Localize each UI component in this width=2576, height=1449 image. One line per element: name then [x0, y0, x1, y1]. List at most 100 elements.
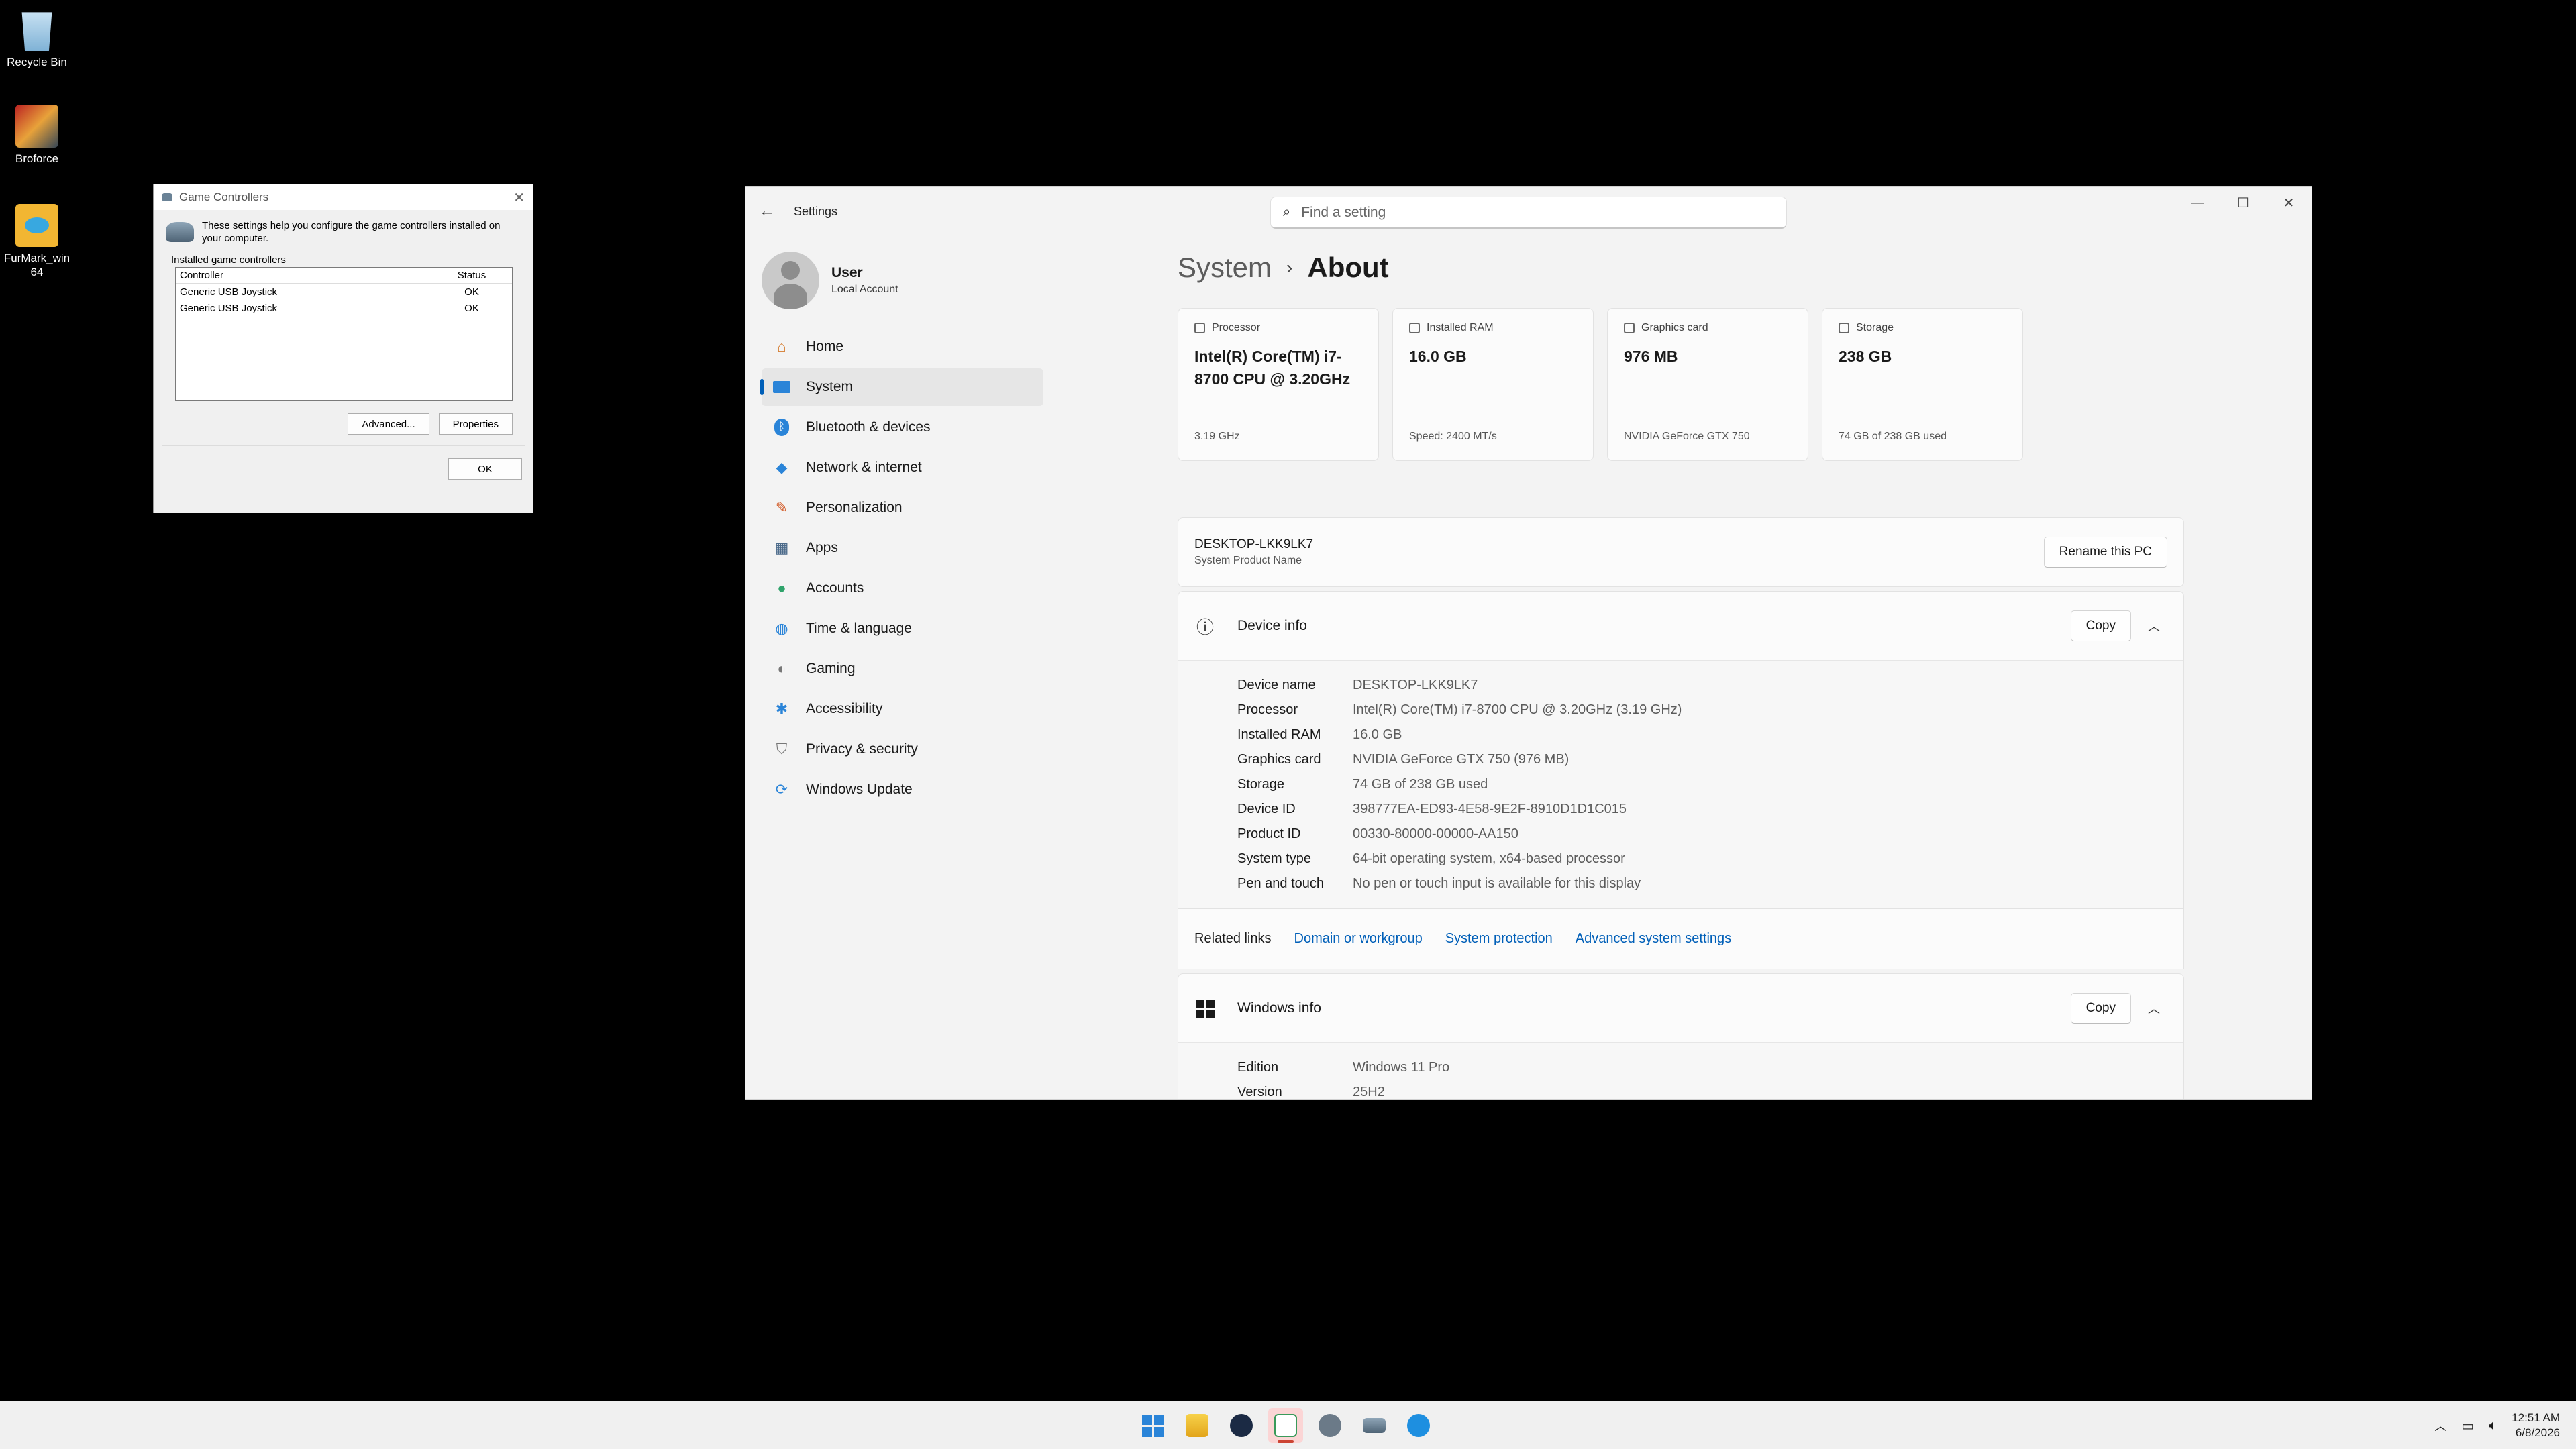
- settings-window: ← Settings ⌕ Find a setting — ☐ ✕ User L…: [745, 186, 2312, 1100]
- sidebar-item-gaming[interactable]: ◐ Gaming: [762, 650, 1043, 688]
- info-row: Edition Windows 11 Pro: [1237, 1055, 2183, 1080]
- chevron-up-icon[interactable]: ︿: [2141, 1000, 2167, 1017]
- sidebar-item-accounts[interactable]: ● Accounts: [762, 570, 1043, 607]
- sidebar-item-time-language[interactable]: ◍ Time & language: [762, 610, 1043, 647]
- bluetooth-icon: ᛒ: [771, 417, 792, 438]
- taskbar-document[interactable]: [1268, 1408, 1303, 1443]
- furmark-icon: [15, 204, 58, 247]
- info-value[interactable]: 64-bit operating system, x64-based proce…: [1353, 851, 1625, 867]
- taskbar-settings[interactable]: [1312, 1408, 1347, 1443]
- info-key: Pen and touch: [1237, 876, 1324, 891]
- ok-button[interactable]: OK: [448, 458, 522, 480]
- chevron-up-icon[interactable]: ︿: [2141, 617, 2167, 635]
- desktop-icon-recycle-bin[interactable]: Recycle Bin: [0, 8, 74, 69]
- info-value[interactable]: 74 GB of 238 GB used: [1353, 777, 1488, 792]
- info-value[interactable]: 25H2: [1353, 1085, 1385, 1099]
- search-icon: ⌕: [1283, 205, 1291, 219]
- device-info-header[interactable]: ⓘ Device info Copy ︿: [1178, 592, 2183, 660]
- info-key: System type: [1237, 851, 1312, 866]
- list-item[interactable]: Generic USB Joystick OK: [176, 300, 512, 316]
- user-name: User: [831, 265, 863, 280]
- desktop-icon-label: FurMark_win 64: [3, 252, 70, 278]
- windows-info-header[interactable]: Windows info Copy ︿: [1178, 974, 2183, 1042]
- list-header: Controller Status: [176, 268, 512, 284]
- spec-cards: Processor Intel(R) Core(TM) i7-8700 CPU …: [1178, 308, 2184, 461]
- joystick-icon: [166, 222, 194, 242]
- clock[interactable]: 12:51 AM 6/8/2026: [2512, 1411, 2560, 1440]
- desktop-icon-broforce[interactable]: Broforce: [0, 105, 74, 166]
- brush-icon: ✎: [775, 499, 788, 516]
- close-icon[interactable]: ✕: [2266, 187, 2312, 218]
- controller-list[interactable]: Controller Status Generic USB Joystick O…: [175, 267, 513, 401]
- taskbar-game-controllers[interactable]: [1357, 1408, 1392, 1443]
- card-installed-ram: Installed RAM 16.0 GB Speed: 2400 MT/s: [1392, 308, 1594, 461]
- document-icon: [1274, 1414, 1297, 1437]
- card-label: Graphics card: [1641, 322, 1708, 333]
- maximize-icon[interactable]: ☐: [2220, 187, 2266, 218]
- sidebar-item-home[interactable]: ⌂ Home: [762, 328, 1043, 366]
- volume-icon[interactable]: 🔈︎: [2489, 1418, 2497, 1434]
- network-tray-icon[interactable]: ▭: [2461, 1417, 2474, 1434]
- sidebar-item-label: Accounts: [806, 580, 864, 596]
- info-value[interactable]: Intel(R) Core(TM) i7-8700 CPU @ 3.20GHz …: [1353, 702, 1682, 718]
- minimize-icon[interactable]: —: [2175, 187, 2220, 218]
- gpu-icon: [1624, 323, 1635, 333]
- sidebar: User Local Account ⌂ Home System ᛒ Bluetoo…: [760, 248, 1043, 811]
- search-box[interactable]: ⌕ Find a setting: [1270, 197, 1787, 229]
- sidebar-item-system[interactable]: System: [760, 368, 1043, 406]
- section-title: Windows info: [1237, 1000, 1321, 1016]
- sidebar-item-privacy-security[interactable]: ⛉ Privacy & security: [762, 731, 1043, 768]
- sidebar-item-label: Windows Update: [806, 782, 913, 797]
- apps-icon: ▦: [774, 539, 789, 556]
- chevron-up-icon[interactable]: ︿: [2434, 1417, 2446, 1434]
- sidebar-item-apps[interactable]: ▦ Apps: [762, 529, 1043, 567]
- sidebar-item-bluetooth[interactable]: ᛒ Bluetooth & devices: [762, 409, 1043, 446]
- desktop-icon-furmark[interactable]: FurMark_win 64: [0, 204, 74, 279]
- sidebar-item-personalization[interactable]: ✎ Personalization: [762, 489, 1043, 527]
- sidebar-item-accessibility[interactable]: ✱ Accessibility: [762, 690, 1043, 728]
- taskbar-file-explorer[interactable]: [1180, 1408, 1215, 1443]
- properties-button[interactable]: Properties: [438, 413, 513, 435]
- card-storage: Storage 238 GB 74 GB of 238 GB used: [1822, 308, 2023, 461]
- link-advanced-system-settings[interactable]: Advanced system settings: [1576, 931, 1731, 947]
- sidebar-item-network[interactable]: ◆ Network & internet: [762, 449, 1043, 486]
- sidebar-item-windows-update[interactable]: ⟳ Windows Update: [762, 771, 1043, 808]
- user-profile[interactable]: User Local Account: [762, 248, 1043, 328]
- card-label: Processor: [1212, 322, 1261, 333]
- sidebar-item-label: Privacy & security: [806, 741, 918, 757]
- windows-logo-icon: [1194, 998, 1216, 1019]
- taskbar-refresh-app[interactable]: [1401, 1408, 1436, 1443]
- column-header-status[interactable]: Status: [431, 270, 512, 281]
- info-key: Processor: [1237, 702, 1298, 717]
- column-header-controller[interactable]: Controller: [176, 270, 431, 281]
- info-key: Installed RAM: [1237, 727, 1321, 742]
- file-explorer-icon: [1186, 1414, 1208, 1437]
- related-links-label: Related links: [1194, 931, 1272, 946]
- info-value[interactable]: No pen or touch input is available for t…: [1353, 876, 1641, 892]
- info-value[interactable]: NVIDIA GeForce GTX 750 (976 MB): [1353, 752, 1569, 767]
- link-domain-workgroup[interactable]: Domain or workgroup: [1294, 931, 1423, 947]
- back-arrow-icon[interactable]: ←: [759, 202, 786, 221]
- info-value[interactable]: Windows 11 Pro: [1353, 1060, 1449, 1075]
- list-item[interactable]: Generic USB Joystick OK: [176, 284, 512, 300]
- rename-pc-button[interactable]: Rename this PC: [2043, 537, 2167, 568]
- start-button[interactable]: [1135, 1408, 1170, 1443]
- taskbar: ︿ ▭ 🔈︎ 12:51 AM 6/8/2026: [0, 1401, 2576, 1449]
- game-controllers-dialog: Game Controllers ✕ These settings help y…: [153, 184, 533, 513]
- breadcrumb-parent[interactable]: System: [1178, 252, 1272, 284]
- copy-button[interactable]: Copy: [2070, 993, 2131, 1024]
- copy-button[interactable]: Copy: [2070, 610, 2131, 641]
- search-input[interactable]: Find a setting: [1301, 205, 1386, 221]
- windows-info-section: Windows info Copy ︿ Edition Windows 11 Pr…: [1178, 973, 2184, 1099]
- close-icon[interactable]: ✕: [513, 189, 525, 206]
- controller-status: OK: [464, 302, 479, 314]
- info-value[interactable]: 00330-80000-00000-AA150: [1353, 826, 1518, 842]
- info-value[interactable]: 16.0 GB: [1353, 727, 1402, 743]
- link-system-protection[interactable]: System protection: [1445, 931, 1553, 947]
- taskbar-steam[interactable]: [1224, 1408, 1259, 1443]
- dialog-title-bar[interactable]: Game Controllers ✕: [154, 184, 533, 210]
- info-value[interactable]: DESKTOP-LKK9LK7: [1353, 678, 1478, 693]
- avatar: [762, 252, 819, 309]
- advanced-button[interactable]: Advanced...: [348, 413, 429, 435]
- info-value[interactable]: 398777EA-ED93-4E58-9E2F-8910D1D1C015: [1353, 802, 1627, 817]
